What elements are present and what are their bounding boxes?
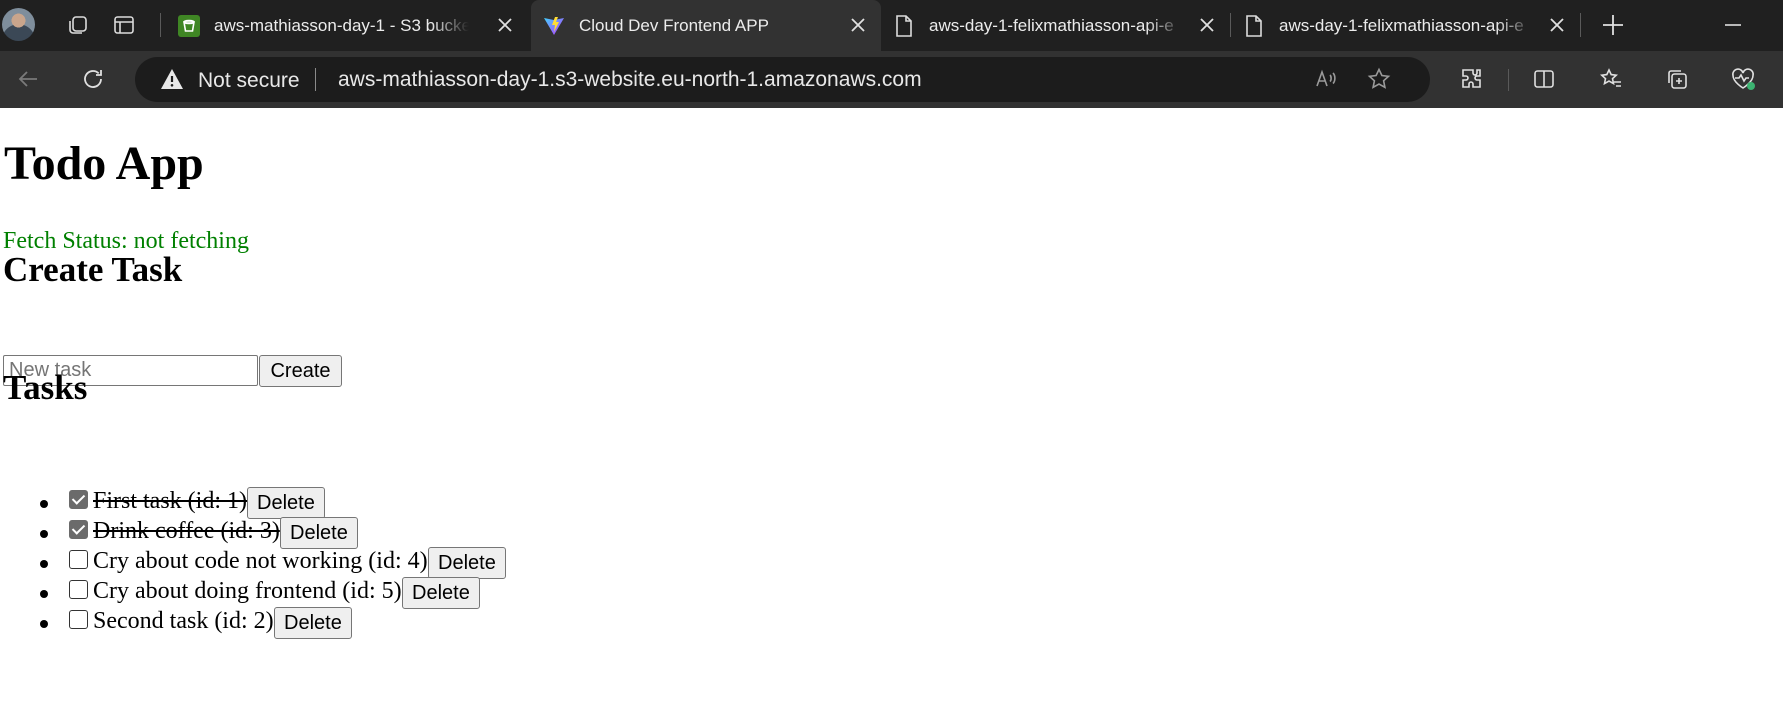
tab-separator [1580, 13, 1581, 37]
document-icon [1243, 14, 1265, 37]
task-done-checkbox[interactable] [69, 610, 88, 629]
collections-icon[interactable] [1661, 63, 1693, 95]
warning-icon[interactable] [160, 68, 184, 95]
favorite-star-icon[interactable] [1363, 63, 1395, 95]
page-content: Todo App Fetch Status: not fetching Crea… [0, 108, 1783, 715]
task-text: Cry about code not working (id: 4) [93, 548, 428, 574]
delete-task-button[interactable]: Delete [428, 547, 506, 579]
close-tab-icon[interactable] [1196, 14, 1218, 36]
bullet [40, 620, 48, 628]
page-title: Todo App [4, 137, 204, 190]
minimize-icon[interactable] [1718, 10, 1748, 40]
document-icon [893, 14, 915, 37]
delete-task-button[interactable]: Delete [247, 487, 325, 519]
tab-title: aws-day-1-felixmathiasson-api-e [1279, 15, 1524, 35]
bullet [40, 530, 48, 538]
delete-task-button[interactable]: Delete [402, 577, 480, 609]
url-text[interactable]: aws-mathiasson-day-1.s3-website.eu-north… [338, 68, 922, 92]
tasks-heading: Tasks [3, 368, 88, 407]
tab-s3-bucket[interactable]: aws-mathiasson-day-1 - S3 bucket [166, 0, 528, 51]
split-screen-icon[interactable] [1528, 63, 1560, 95]
tab-title: aws-mathiasson-day-1 - S3 bucket [214, 15, 469, 35]
task-text: Drink coffee (id: 3) [93, 518, 280, 544]
toolbar-separator [1508, 69, 1509, 91]
workspaces-icon[interactable] [63, 10, 93, 40]
tab-separator [160, 13, 161, 37]
task-done-checkbox[interactable] [69, 490, 88, 509]
task-done-checkbox[interactable] [69, 550, 88, 569]
profile-avatar[interactable] [2, 8, 35, 41]
close-tab-icon[interactable] [847, 14, 869, 36]
bullet [40, 560, 48, 568]
create-task-heading: Create Task [3, 250, 183, 289]
browser-essentials-icon[interactable] [1727, 63, 1759, 95]
tab-api-endpoint-1[interactable]: aws-day-1-felixmathiasson-api-e [881, 0, 1230, 51]
security-indicator[interactable]: Not secure [198, 69, 300, 93]
tab-api-endpoint-2[interactable]: aws-day-1-felixmathiasson-api-e [1231, 0, 1580, 51]
tab-actions-icon[interactable] [109, 10, 139, 40]
browser-tab-bar: aws-mathiasson-day-1 - S3 bucket Cloud D… [0, 0, 1783, 51]
task-text: Second task (id: 2) [93, 608, 274, 634]
bullet [40, 590, 48, 598]
delete-task-button[interactable]: Delete [280, 517, 358, 549]
close-tab-icon[interactable] [494, 14, 516, 36]
refresh-icon[interactable] [77, 63, 109, 95]
read-aloud-icon[interactable] [1310, 63, 1342, 95]
bullet [40, 500, 48, 508]
tab-title: aws-day-1-felixmathiasson-api-e [929, 15, 1174, 35]
task-text: Cry about doing frontend (id: 5) [93, 578, 402, 604]
task-text: First task (id: 1) [93, 488, 247, 514]
favorites-list-icon[interactable] [1595, 63, 1627, 95]
tab-cloud-dev-frontend[interactable]: Cloud Dev Frontend APP [531, 0, 881, 51]
close-tab-icon[interactable] [1546, 14, 1568, 36]
vite-icon [543, 15, 565, 37]
browser-toolbar: Not secure aws-mathiasson-day-1.s3-websi… [0, 51, 1783, 108]
new-tab-icon[interactable] [1598, 10, 1628, 40]
task-done-checkbox[interactable] [69, 580, 88, 599]
back-icon[interactable] [12, 63, 44, 95]
address-bar[interactable]: Not secure aws-mathiasson-day-1.s3-websi… [135, 57, 1430, 102]
aws-s3-icon [178, 14, 200, 37]
tab-title: Cloud Dev Frontend APP [579, 15, 769, 35]
extensions-icon[interactable] [1456, 63, 1488, 95]
task-done-checkbox[interactable] [69, 520, 88, 539]
delete-task-button[interactable]: Delete [274, 607, 352, 639]
create-button[interactable]: Create [259, 355, 342, 387]
address-separator [315, 68, 316, 91]
